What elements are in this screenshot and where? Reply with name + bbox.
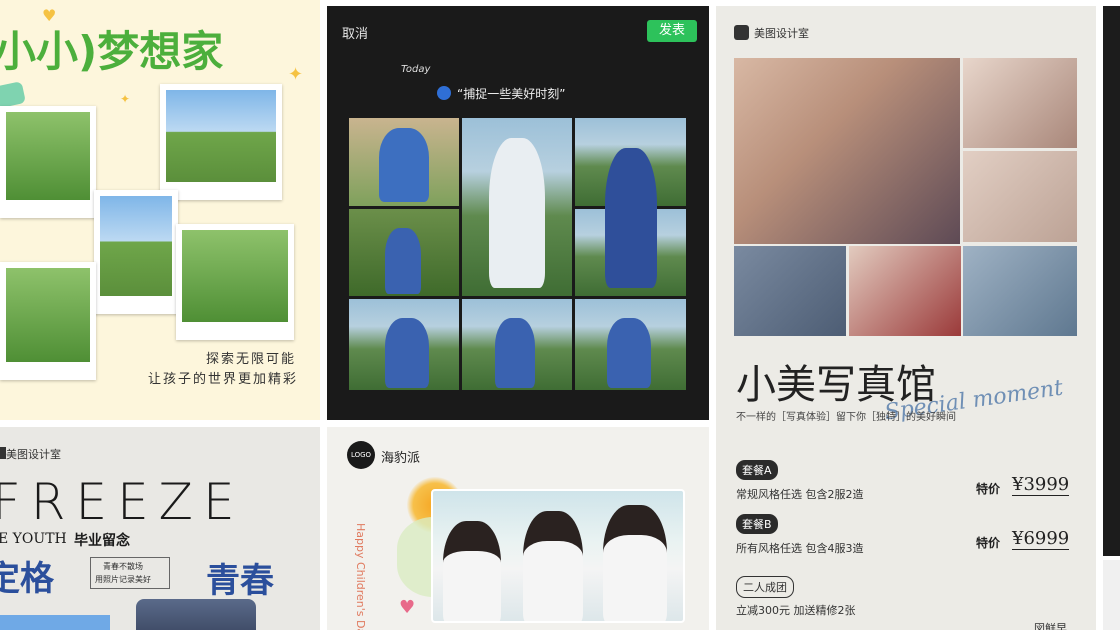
camera-photo	[136, 599, 256, 630]
card3-studio-label: 美图设计室	[754, 27, 809, 40]
brand-name: 海豹派	[381, 451, 421, 466]
polaroid-photo	[160, 84, 282, 200]
photo-grid	[349, 118, 686, 390]
template-card-childrens-day[interactable]: LOGO 海豹派 Happy Children's Day ♥	[327, 427, 709, 630]
polaroid-photo	[0, 262, 96, 380]
card1-caption-line1: 探索无限可能	[206, 352, 297, 367]
next-card-edge[interactable]	[1103, 6, 1120, 556]
vertical-text: Happy Children's Day	[354, 523, 367, 630]
polaroid-photo	[94, 190, 178, 314]
portrait-photo	[963, 151, 1077, 242]
right-big-text: 青春	[206, 561, 274, 601]
graduation-label: 毕业留念	[74, 533, 130, 549]
package-desc: 所有风格任选 包含4服3造	[736, 542, 864, 555]
portrait-photo-main	[734, 58, 960, 244]
template-card-portrait-studio[interactable]: 美图设计室 小美写真馆 Special moment 不一样的［写真体验］留下你…	[716, 6, 1096, 630]
star-icon: ✦	[288, 64, 304, 85]
price-value: ¥3999	[1012, 474, 1070, 496]
polaroid-photo	[176, 224, 294, 340]
studio-logo-icon	[734, 25, 749, 40]
package-badge: 套餐A	[736, 460, 778, 480]
price-value: ¥6999	[1012, 528, 1070, 550]
next-card-edge[interactable]	[1103, 560, 1120, 630]
portrait-photo	[734, 246, 846, 336]
cancel-button[interactable]: 取消	[342, 23, 368, 42]
group-desc: 立减300元 加送精修2张	[736, 604, 856, 617]
price-label: 特价	[976, 536, 1001, 550]
portrait-photo	[849, 246, 961, 336]
heart-icon: ♥	[399, 597, 416, 618]
stamp-line2: 用照片记录美好	[95, 575, 151, 584]
template-card-freeze[interactable]: 美图设计室 FREEZE E YOUTH 毕业留念 定格 青春不散场 用照片记录…	[0, 427, 320, 630]
card1-title: 小小)梦想家	[0, 27, 224, 76]
card4-studio-label: 美图设计室	[6, 448, 61, 461]
blue-dot-icon	[437, 86, 451, 100]
logo-badge: LOGO	[347, 441, 375, 469]
package-desc: 常规风格任选 包含2服2造	[736, 488, 864, 501]
card3-subtitle: 不一样的［写真体验］留下你［独特］的美好瞬间	[736, 412, 956, 423]
price-label: 特价	[976, 482, 1001, 496]
quote-text: “捕捉一些美好时刻”	[457, 87, 566, 101]
corner-text: 図鲜早	[1034, 622, 1067, 630]
package-row[interactable]: 套餐A 常规风格任选 包含2服2造 特价 ¥3999	[736, 460, 1081, 504]
blue-paper-strip	[0, 615, 110, 630]
left-big-text: 定格	[0, 559, 54, 599]
heart-icon: ♥	[42, 6, 57, 25]
package-row[interactable]: 套餐B 所有风格任选 包含4服3造 特价 ¥6999	[736, 514, 1081, 558]
card1-caption-line2: 让孩子的世界更加精彩	[148, 372, 299, 387]
portrait-photo	[963, 58, 1077, 148]
stamp-line1: 青春不散场	[103, 562, 143, 571]
publish-button[interactable]: 发表	[647, 20, 697, 42]
today-label: Today	[401, 64, 431, 75]
card4-title: FREEZE	[0, 473, 245, 531]
sparkle-icon: ✦	[120, 92, 131, 106]
stamp-box: 青春不散场 用照片记录美好	[90, 557, 170, 589]
template-card-photo-post[interactable]: 取消 发表 Today “捕捉一些美好时刻”	[327, 6, 709, 420]
package-badge: 套餐B	[736, 514, 778, 534]
decoration-blob	[0, 81, 26, 109]
template-card-little-dreamer[interactable]: 小小)梦想家 ♥ ✦ ✦ 探索无限可能 让孩子的世界更加精彩	[0, 0, 320, 420]
group-photo	[431, 489, 685, 623]
youth-label: E YOUTH	[0, 531, 67, 547]
polaroid-photo	[0, 106, 96, 218]
group-badge: 二人成团	[736, 576, 794, 598]
portrait-photo	[963, 246, 1077, 336]
